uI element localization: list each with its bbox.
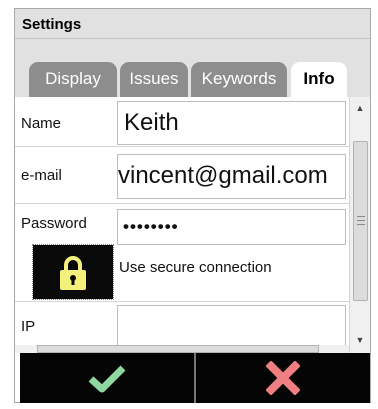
horizontal-scroll-thumb[interactable] xyxy=(37,345,319,353)
ip-label: IP xyxy=(21,318,36,335)
tab-display[interactable]: Display xyxy=(29,62,117,97)
password-row: Password •••••••• xyxy=(15,205,349,245)
tab-keywords[interactable]: Keywords xyxy=(191,62,287,97)
grip-icon xyxy=(357,216,365,225)
email-field[interactable]: vincent@gmail.com xyxy=(117,154,346,199)
name-row: Name Keith xyxy=(15,97,349,147)
email-label: e-mail xyxy=(21,167,62,184)
tab-strip: Display Issues Keywords Info xyxy=(15,39,370,97)
email-row: e-mail vincent@gmail.com xyxy=(15,148,349,204)
cancel-button[interactable] xyxy=(196,353,370,403)
title-bar: Settings xyxy=(15,9,370,39)
password-field[interactable]: •••••••• xyxy=(117,209,346,245)
name-label: Name xyxy=(21,115,62,132)
scroll-up-arrow-icon[interactable]: ▲ xyxy=(350,99,370,117)
scroll-down-arrow-icon[interactable]: ▼ xyxy=(350,331,370,349)
info-form: Name Keith e-mail vincent@gmail.com Pass… xyxy=(15,97,349,353)
confirm-button[interactable] xyxy=(20,353,194,403)
password-label: Password xyxy=(21,215,87,232)
tab-info[interactable]: Info xyxy=(291,62,347,97)
action-bar xyxy=(20,353,370,403)
window-title: Settings xyxy=(22,16,82,33)
settings-window: Settings Display Issues Keywords Info Na… xyxy=(14,8,371,403)
secure-connection-toggle[interactable] xyxy=(32,244,114,300)
cross-icon xyxy=(266,361,300,395)
checkmark-icon xyxy=(88,365,126,393)
secure-connection-label: Use secure connection xyxy=(119,259,272,276)
vertical-scrollbar[interactable]: ▲ ▼ xyxy=(349,97,370,353)
horizontal-scrollbar[interactable] xyxy=(15,345,349,353)
vertical-scroll-thumb[interactable] xyxy=(353,141,368,301)
name-field[interactable]: Keith xyxy=(117,101,346,145)
tab-issues[interactable]: Issues xyxy=(120,62,188,97)
lock-icon xyxy=(60,256,86,290)
